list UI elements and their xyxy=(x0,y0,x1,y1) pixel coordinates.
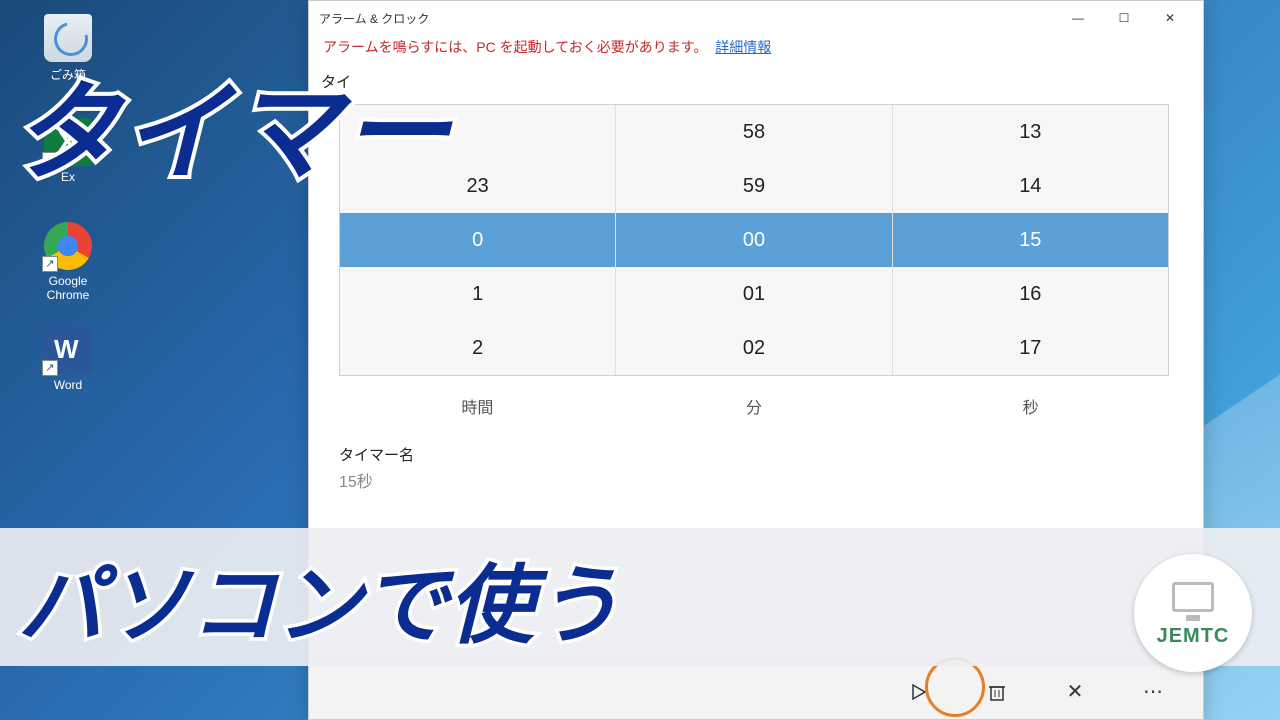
trash-icon xyxy=(988,682,1006,702)
maximize-button[interactable]: ☐ xyxy=(1101,2,1147,34)
word-icon: ↗ xyxy=(44,326,92,374)
hour-label: 時間 xyxy=(339,386,616,426)
second-cell[interactable]: 17 xyxy=(893,321,1168,375)
second-cell[interactable]: 14 xyxy=(893,159,1168,213)
timer-name-input[interactable] xyxy=(339,471,1169,489)
monitor-icon xyxy=(1172,582,1214,612)
minute-label: 分 xyxy=(616,386,893,426)
timer-name-label: タイマー名 xyxy=(309,426,1203,471)
second-cell[interactable]: 15 xyxy=(893,213,1168,267)
play-button[interactable] xyxy=(897,670,941,714)
chrome-icon: ↗ xyxy=(44,222,92,270)
play-icon xyxy=(910,683,928,701)
hour-cell[interactable]: 0 xyxy=(340,213,616,267)
minute-cell[interactable]: 58 xyxy=(616,105,892,159)
second-cell[interactable]: 13 xyxy=(893,105,1168,159)
tutorial-title: タイマー xyxy=(12,46,452,202)
time-picker[interactable]: 5813 235914 00015 10116 20217 xyxy=(339,104,1169,376)
minute-cell[interactable]: 00 xyxy=(616,213,892,267)
desktop-icon-chrome[interactable]: ↗ Google Chrome xyxy=(28,222,108,302)
desktop-icon-word[interactable]: ↗ Word xyxy=(28,326,108,392)
jemtc-logo: JEMTC xyxy=(1134,554,1252,672)
command-bar: ✕ ⋯ xyxy=(309,663,1203,719)
picker-selected-row[interactable]: 00015 xyxy=(340,213,1168,267)
hour-cell[interactable]: 2 xyxy=(340,321,616,375)
tutorial-band: パソコンで使う xyxy=(0,528,1280,666)
desktop-icon-label: Word xyxy=(28,378,108,392)
window-title: アラーム & クロック xyxy=(319,10,429,27)
minimize-button[interactable]: — xyxy=(1055,2,1101,34)
logo-text: JEMTC xyxy=(1157,625,1230,648)
desktop-icon-label: Google Chrome xyxy=(28,274,108,302)
minute-cell[interactable]: 02 xyxy=(616,321,892,375)
second-cell[interactable]: 16 xyxy=(893,267,1168,321)
minute-cell[interactable]: 01 xyxy=(616,267,892,321)
more-button[interactable]: ⋯ xyxy=(1131,670,1175,714)
minute-cell[interactable]: 59 xyxy=(616,159,892,213)
notice-link[interactable]: 詳細情報 xyxy=(715,39,771,55)
delete-button[interactable] xyxy=(975,670,1019,714)
hour-cell[interactable]: 1 xyxy=(340,267,616,321)
picker-unit-labels: 時間 分 秒 xyxy=(339,386,1169,426)
cancel-button[interactable]: ✕ xyxy=(1053,670,1097,714)
tutorial-subtitle: パソコンで使う xyxy=(18,535,620,660)
close-button[interactable]: ✕ xyxy=(1147,2,1193,34)
titlebar: アラーム & クロック — ☐ ✕ xyxy=(309,1,1203,35)
second-label: 秒 xyxy=(892,386,1169,426)
